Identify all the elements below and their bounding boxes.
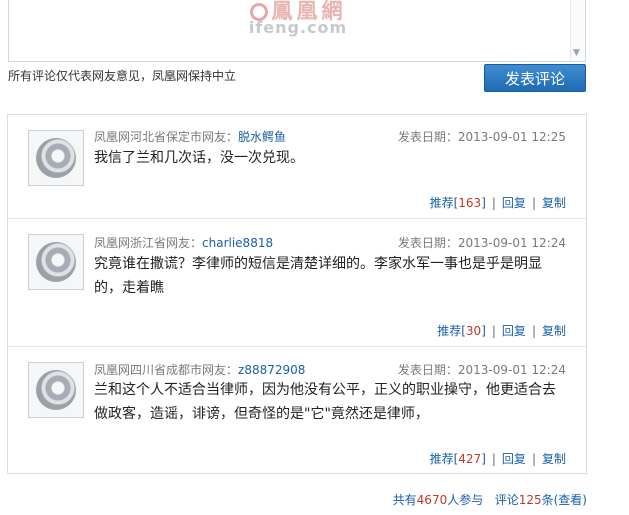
comment-list: 凤凰网河北省保定市网友：脱水鳄鱼 发表日期：2013-09-01 12:25 我… xyxy=(7,114,587,474)
watermark-site: ifeng.com xyxy=(248,18,348,37)
comment-username[interactable]: charlie8818 xyxy=(202,236,273,250)
recommend-button[interactable]: 推荐[427] xyxy=(430,452,486,466)
recommend-button[interactable]: 推荐[30] xyxy=(437,324,486,338)
comment-actions: 推荐[163] | 回复 | 复制 xyxy=(429,196,566,210)
reply-button[interactable]: 回复 xyxy=(502,324,526,338)
default-avatar-icon xyxy=(36,242,76,282)
comment-count: 125 xyxy=(518,493,542,507)
comment-meta: 凤凰网四川省成都市网友：z88872908 xyxy=(94,361,305,378)
textarea-scrollbar[interactable]: ▼ xyxy=(570,0,585,61)
avatar xyxy=(28,130,84,186)
comment-meta: 凤凰网河北省保定市网友：脱水鳄鱼 xyxy=(94,128,286,145)
recommend-button[interactable]: 推荐[163] xyxy=(430,196,486,210)
comment-username[interactable]: z88872908 xyxy=(238,363,305,377)
comment-username[interactable]: 脱水鳄鱼 xyxy=(238,130,286,144)
comment-item: 凤凰网浙江省网友：charlie8818 发表日期：2013-09-01 12:… xyxy=(8,218,586,347)
avatar xyxy=(28,234,84,290)
comment-location: 凤凰网浙江省网友： xyxy=(94,236,203,250)
avatar xyxy=(28,362,84,418)
comment-date: 发表日期：2013-09-01 12:24 xyxy=(397,363,566,377)
comment-textarea[interactable]: 鳳凰網 ifeng.com ▼ xyxy=(8,0,586,62)
copy-button[interactable]: 复制 xyxy=(542,196,566,210)
scroll-down-arrow-icon[interactable]: ▼ xyxy=(573,48,580,58)
post-comment-button[interactable]: 发表评论 xyxy=(484,64,586,92)
comment-body: 兰和这个人不适合当律师，因为他没有公平，正义的职业操守，他更适合去做政客，造谣，… xyxy=(94,382,556,422)
default-avatar-icon xyxy=(36,138,76,178)
comment-actions: 推荐[427] | 回复 | 复制 xyxy=(429,452,566,466)
comment-summary: 共有4670人参与 评论125条(查看) xyxy=(392,493,587,507)
recommend-count: 30 xyxy=(465,324,482,338)
comment-meta: 凤凰网浙江省网友：charlie8818 xyxy=(94,234,273,251)
comment-date: 发表日期：2013-09-01 12:25 xyxy=(397,130,566,144)
copy-button[interactable]: 复制 xyxy=(542,452,566,466)
comment-location: 凤凰网河北省保定市网友： xyxy=(94,130,239,144)
comment-date: 发表日期：2013-09-01 12:24 xyxy=(397,236,566,250)
comment-body: 究竟谁在撒谎？李律师的短信是清楚详细的。李家水军一事也是乎是明显的，走着瞧 xyxy=(94,256,542,296)
comment-disclaimer: 所有评论仅代表网友意见，凤凰网保持中立 xyxy=(8,69,237,83)
comment-body: 我信了兰和几次话，没一次兑现。 xyxy=(94,150,304,166)
comment-item: 凤凰网四川省成都市网友：z88872908 发表日期：2013-09-01 12… xyxy=(8,346,586,473)
recommend-count: 427 xyxy=(458,452,482,466)
participant-count: 4670 xyxy=(416,493,448,507)
recommend-count: 163 xyxy=(458,196,482,210)
comment-actions: 推荐[30] | 回复 | 复制 xyxy=(437,324,566,338)
view-comments-link[interactable]: (查看) xyxy=(554,493,587,507)
comment-item: 凤凰网河北省保定市网友：脱水鳄鱼 发表日期：2013-09-01 12:25 我… xyxy=(8,115,586,219)
reply-button[interactable]: 回复 xyxy=(502,452,526,466)
copy-button[interactable]: 复制 xyxy=(542,324,566,338)
reply-button[interactable]: 回复 xyxy=(502,196,526,210)
default-avatar-icon xyxy=(36,370,76,410)
comment-location: 凤凰网四川省成都市网友： xyxy=(94,363,239,377)
